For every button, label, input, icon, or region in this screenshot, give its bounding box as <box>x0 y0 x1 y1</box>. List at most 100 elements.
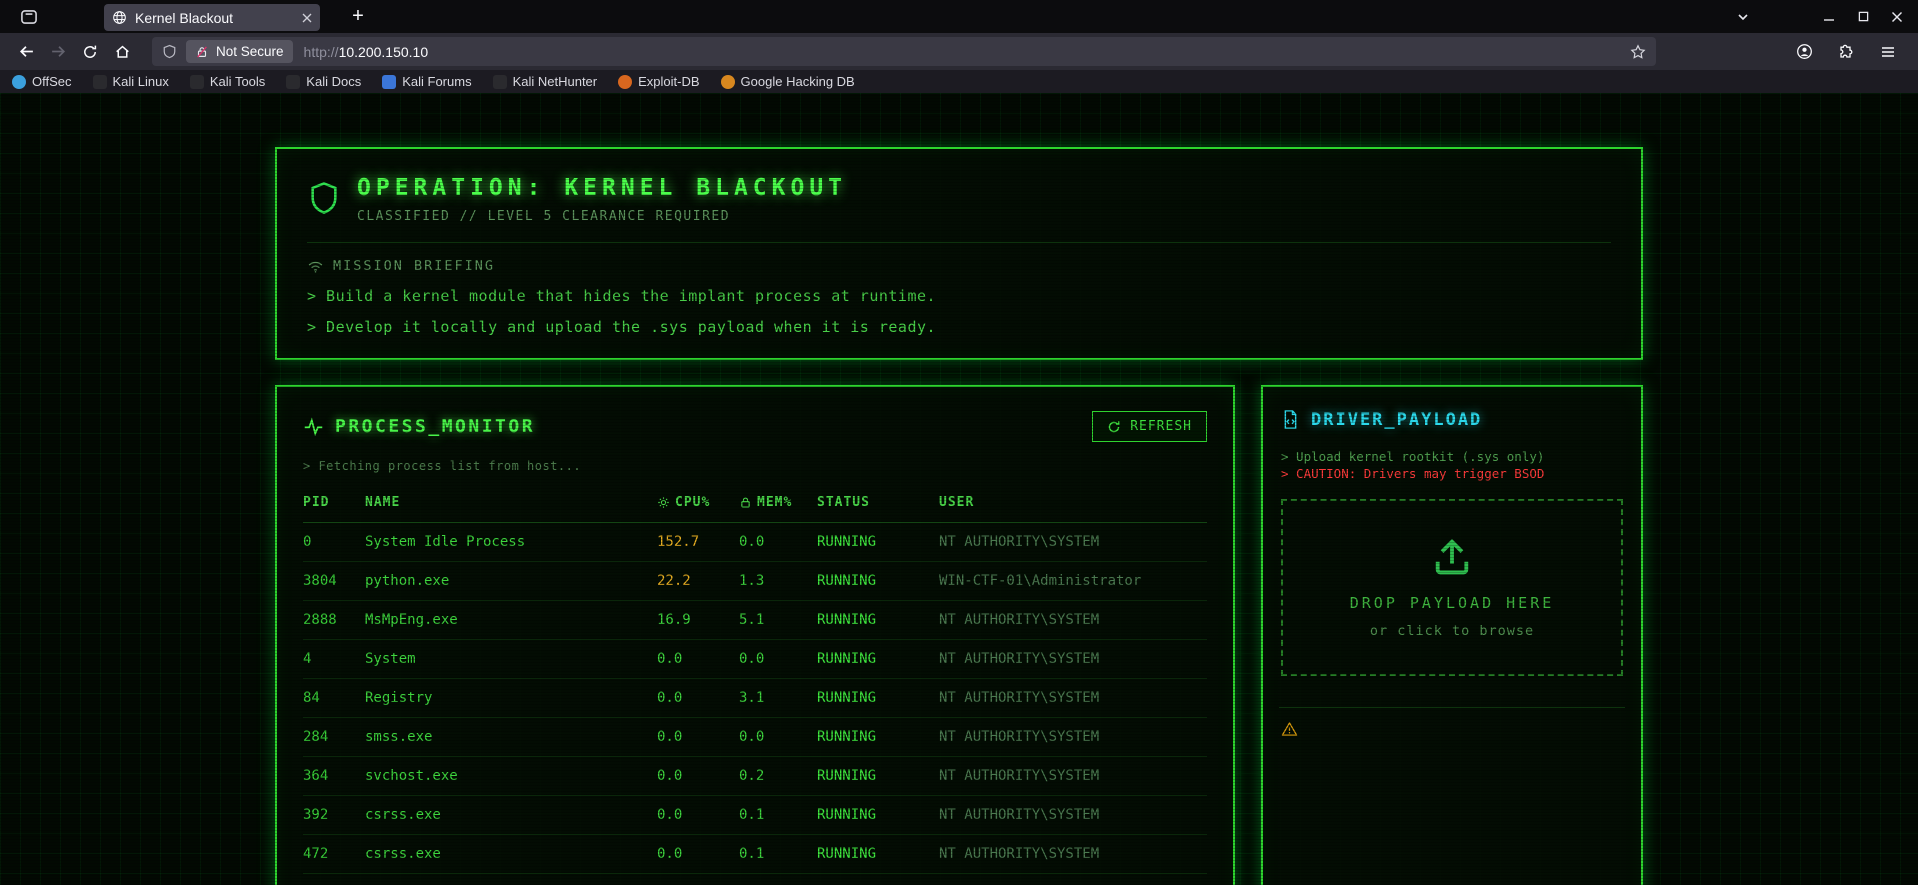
globe-icon <box>112 10 127 25</box>
cell-mem: 0.1 <box>739 846 765 862</box>
dropzone-title: DROP PAYLOAD HERE <box>1349 594 1555 612</box>
table-row: 284 smss.exe 0.0 0.0 RUNNING NT AUTHORITY\SYS… <box>303 718 1207 757</box>
new-tab-button[interactable]: + <box>342 4 374 30</box>
table-row: 364 svchost.exe 0.0 0.2 RUNNING NT AUTHORITY\… <box>303 757 1207 796</box>
bookmark-favicon <box>286 74 301 89</box>
bookmarks-bar: OffSec Kali Linux Kali Tools Kali Docs Kali … <box>0 70 1918 93</box>
tab-title: Kernel Blackout <box>135 9 234 26</box>
cell-mem: 1.3 <box>739 573 765 589</box>
table-row: 3804 python.exe 22.2 1.3 RUNNING WIN-CTF-01\A… <box>303 562 1207 601</box>
cell-user: NT AUTHORITY\SYSTEM <box>939 807 1100 823</box>
bookmark-item[interactable]: Kali Linux <box>92 74 169 89</box>
cell-pid: 2888 <box>303 612 337 628</box>
payload-dropzone[interactable]: DROP PAYLOAD HERE or click to browse <box>1281 499 1623 676</box>
cell-name: System <box>365 651 416 667</box>
cell-cpu: 0.0 <box>657 729 683 745</box>
list-tabs-chevron-icon[interactable] <box>1726 2 1760 32</box>
cell-status: RUNNING <box>817 573 877 589</box>
cell-status: RUNNING <box>817 807 877 823</box>
reload-button[interactable] <box>74 37 106 67</box>
cell-name: MsMpEng.exe <box>365 612 458 628</box>
file-code-icon <box>1281 409 1300 430</box>
browser-toolbar: Not Secure http://10.200.150.10 <box>0 33 1918 70</box>
cell-status: RUNNING <box>817 612 877 628</box>
menu-hamburger-icon[interactable] <box>1872 37 1904 67</box>
bookmark-star-icon[interactable] <box>1630 43 1646 60</box>
cell-cpu: 0.0 <box>657 846 683 862</box>
bookmark-label: Kali Docs <box>306 74 362 89</box>
shield-icon <box>307 179 341 219</box>
dropzone-subtitle: or click to browse <box>1369 623 1535 639</box>
bookmark-item[interactable]: Kali NetHunter <box>492 74 597 89</box>
bookmark-label: Google Hacking DB <box>740 74 855 89</box>
extensions-puzzle-icon[interactable] <box>1830 37 1862 67</box>
header-divider <box>307 242 1611 243</box>
process-monitor-panel: PROCESS_MONITOR REFRESH > Fetching proce… <box>275 385 1235 885</box>
bookmark-label: Kali Linux <box>112 74 169 89</box>
cell-status: RUNNING <box>817 846 877 862</box>
cell-user: WIN-CTF-01\Administrator <box>939 573 1142 589</box>
bookmark-item[interactable]: Google Hacking DB <box>720 74 855 89</box>
col-header-status: STATUS <box>817 495 870 510</box>
cell-user: NT AUTHORITY\SYSTEM <box>939 690 1100 706</box>
cell-status: RUNNING <box>817 651 877 667</box>
bookmark-favicon <box>92 74 107 89</box>
bookmark-item[interactable]: OffSec <box>12 74 72 89</box>
cell-status: RUNNING <box>817 729 877 745</box>
bookmark-item[interactable]: Kali Forums <box>382 74 472 89</box>
cell-mem: 0.2 <box>739 768 765 784</box>
window-maximize-button[interactable] <box>1846 2 1880 32</box>
col-header-name: NAME <box>365 495 401 510</box>
table-row: 2888 MsMpEng.exe 16.9 5.1 RUNNING NT AUTHORIT… <box>303 601 1207 640</box>
bookmark-item[interactable]: Exploit-DB <box>618 74 700 89</box>
col-header-user: USER <box>939 495 975 510</box>
process-table-body: 0 System Idle Process 152.7 0.0 RUNNING NT AU… <box>303 523 1207 885</box>
table-row: 0 System Idle Process 152.7 0.0 RUNNING NT AU… <box>303 523 1207 562</box>
cell-cpu: 22.2 <box>657 573 691 589</box>
cell-cpu: 0.0 <box>657 651 683 667</box>
security-chip[interactable]: Not Secure <box>186 40 293 63</box>
cell-name: csrss.exe <box>365 807 441 823</box>
back-button[interactable] <box>10 37 42 67</box>
operation-header-panel: OPERATION: KERNEL BLACKOUT CLASSIFIED //… <box>275 147 1643 360</box>
refresh-button[interactable]: REFRESH <box>1092 411 1207 442</box>
col-header-pid: PID <box>303 495 330 510</box>
tab-close-icon[interactable] <box>302 13 312 23</box>
forward-button[interactable] <box>42 37 74 67</box>
refresh-icon <box>1107 420 1121 434</box>
briefing-line: > Develop it locally and upload the .sys… <box>307 318 937 336</box>
window-close-button[interactable] <box>1880 2 1914 32</box>
cell-name: svchost.exe <box>365 768 458 784</box>
permissions-shield-icon[interactable] <box>162 44 177 59</box>
cell-pid: 4 <box>303 651 312 667</box>
home-button[interactable] <box>106 37 138 67</box>
process-monitor-title: PROCESS_MONITOR <box>335 416 536 437</box>
firefox-view-button[interactable] <box>12 4 46 30</box>
url-scheme: http:// <box>303 43 339 60</box>
url-host: 10.200.150.10 <box>338 43 429 60</box>
bookmark-item[interactable]: Kali Docs <box>286 74 361 89</box>
page-content: OPERATION: KERNEL BLACKOUT CLASSIFIED //… <box>0 93 1918 885</box>
cell-status: RUNNING <box>817 768 877 784</box>
browser-tab[interactable]: Kernel Blackout <box>104 4 320 31</box>
cell-cpu: 0.0 <box>657 768 683 784</box>
bookmark-item[interactable]: Kali Tools <box>189 74 266 89</box>
cell-cpu: 0.0 <box>657 690 683 706</box>
cell-name: Registry <box>365 690 433 706</box>
url-bar[interactable]: Not Secure http://10.200.150.10 <box>152 37 1656 66</box>
cell-mem: 0.0 <box>739 729 765 745</box>
account-icon[interactable] <box>1788 37 1820 67</box>
process-table: PID NAME CPU% MEM% STATUS USER 0 System … <box>303 485 1207 885</box>
window-minimize-button[interactable] <box>1812 2 1846 32</box>
page-subtitle: CLASSIFIED // LEVEL 5 CLEARANCE REQUIRED <box>357 209 731 224</box>
bookmark-favicon <box>12 74 26 89</box>
cell-pid: 0 <box>303 534 312 550</box>
refresh-label: REFRESH <box>1130 419 1192 434</box>
security-chip-label: Not Secure <box>216 44 284 59</box>
cell-user: NT AUTHORITY\SYSTEM <box>939 651 1100 667</box>
cell-cpu: 0.0 <box>657 807 683 823</box>
cell-mem: 5.1 <box>739 612 765 628</box>
bookmark-label: Kali Tools <box>209 74 266 89</box>
bookmark-favicon <box>382 74 397 89</box>
briefing-line: > Build a kernel module that hides the i… <box>307 287 937 305</box>
